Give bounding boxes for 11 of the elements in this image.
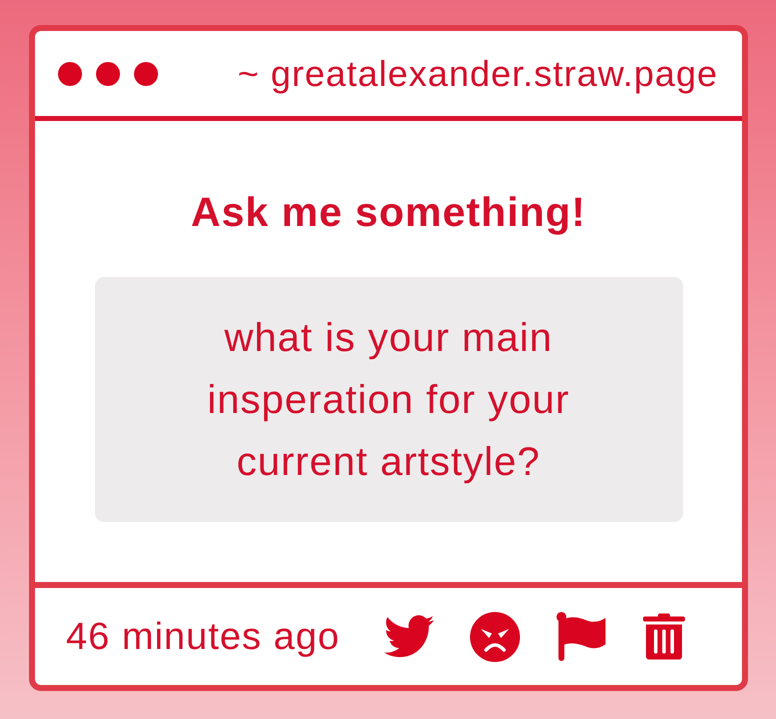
flag-icon[interactable] [556, 612, 607, 661]
window-dot-icon [134, 62, 158, 86]
heading: Ask me something! [190, 192, 586, 233]
window-dot-icon [58, 62, 82, 86]
timestamp: 46 minutes ago [66, 618, 340, 656]
bird-icon[interactable] [384, 615, 434, 658]
angry-face-icon[interactable] [470, 612, 520, 662]
question-text: what is your main insperation for your current artstyle? [206, 314, 571, 486]
delete-icon[interactable] [642, 613, 685, 660]
page-url: ~ greatalexander.straw.page [238, 56, 718, 92]
window-dot-icon [96, 62, 120, 86]
